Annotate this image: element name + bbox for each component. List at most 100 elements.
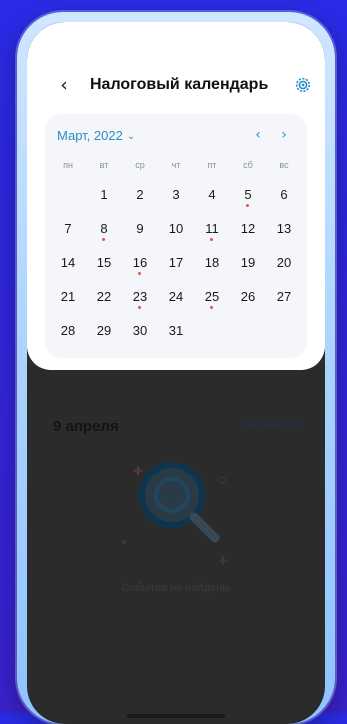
- calendar-day[interactable]: 1: [87, 186, 121, 208]
- calendar-day[interactable]: 12: [231, 220, 265, 242]
- weekday-label: пн: [63, 160, 73, 170]
- weekday-label: ср: [135, 160, 145, 170]
- calendar-day-number: 23: [132, 289, 148, 304]
- calendar-day[interactable]: 7: [51, 220, 85, 242]
- calendar-day[interactable]: 17: [159, 254, 193, 276]
- page-title: Налоговый календарь: [90, 76, 269, 93]
- weekday-label: вс: [279, 160, 289, 170]
- calendar-day-number: 26: [240, 289, 256, 304]
- chevron-left-icon[interactable]: ‹: [53, 74, 75, 96]
- calendar-sheet: ‹ Налоговый календарь Март, 2022 ⌄ ‹ › пн…: [27, 22, 325, 370]
- events-date-heading: 9 апреля: [53, 418, 119, 435]
- gear-icon[interactable]: [295, 77, 311, 93]
- events-section: 9 апреля См. весь год ✚ ✚ События не най…: [27, 370, 325, 724]
- calendar-day-number: 8: [100, 221, 108, 236]
- weekday-header-row: пн вт ср чт пт сб вс: [51, 160, 301, 182]
- calendar-day-number: 5: [244, 187, 252, 202]
- calendar-day-number: 17: [168, 255, 184, 270]
- weekday-label: сб: [243, 160, 253, 170]
- calendar-day-number: 22: [96, 289, 112, 304]
- calendar-card: Март, 2022 ⌄ ‹ › пн вт ср чт пт сб вс 123…: [45, 114, 307, 358]
- calendar-day[interactable]: 14: [51, 254, 85, 276]
- calendar-week-row: 1 2 3 4 5 6: [51, 186, 301, 208]
- phone-frame: 9 апреля См. весь год ✚ ✚ События не най…: [17, 12, 335, 724]
- calendar-day[interactable]: 15: [87, 254, 121, 276]
- calendar-day-number: 2: [136, 187, 144, 202]
- event-dot: [138, 306, 141, 309]
- event-dot: [138, 272, 141, 275]
- calendar-day[interactable]: 19: [231, 254, 265, 276]
- empty-state-text: События не найдены: [121, 582, 231, 594]
- event-dot: [210, 238, 213, 241]
- calendar-day-number: 18: [204, 255, 220, 270]
- calendar-day[interactable]: 30: [123, 322, 157, 344]
- calendar-day[interactable]: 21: [51, 288, 85, 310]
- magnifier-icon: ✚ ✚: [122, 462, 228, 568]
- calendar-day-number: 11: [205, 221, 219, 236]
- svg-text:✚: ✚: [218, 554, 228, 568]
- calendar-day-number: 27: [276, 289, 292, 304]
- calendar-day[interactable]: 31: [159, 322, 193, 344]
- event-dot: [246, 204, 249, 207]
- calendar-day-number: 16: [132, 255, 148, 270]
- month-label: Март, 2022: [57, 128, 123, 143]
- calendar-day-empty: [51, 186, 85, 208]
- calendar-day-empty: [231, 322, 265, 344]
- calendar-day[interactable]: 26: [231, 288, 265, 310]
- calendar-day[interactable]: 4: [195, 186, 229, 208]
- home-indicator: [127, 714, 225, 718]
- calendar-day[interactable]: 27: [267, 288, 301, 310]
- next-month-button[interactable]: ›: [276, 126, 292, 144]
- calendar-day[interactable]: 3: [159, 186, 193, 208]
- calendar-day-empty: [267, 322, 301, 344]
- calendar-day[interactable]: 9: [123, 220, 157, 242]
- calendar-day-number: 9: [136, 221, 144, 236]
- sheet-header: ‹ Налоговый календарь: [27, 72, 325, 102]
- see-all-year-link[interactable]: См. весь год: [243, 420, 301, 431]
- svg-text:✚: ✚: [133, 464, 143, 478]
- calendar-week-row: 14 15 16 17 18 19 20: [51, 254, 301, 276]
- calendar-day-number: 4: [208, 187, 216, 202]
- calendar-day-number: 21: [60, 289, 76, 304]
- month-selector[interactable]: Март, 2022 ⌄: [57, 128, 135, 143]
- calendar-day-number: 31: [168, 323, 184, 338]
- calendar-day[interactable]: 11: [195, 220, 229, 242]
- calendar-day[interactable]: 8: [87, 220, 121, 242]
- calendar-day-number: 30: [132, 323, 148, 338]
- weekday-label: пт: [207, 160, 217, 170]
- calendar-week-row: 7 8 9 10 11 12 13: [51, 220, 301, 242]
- event-dot: [210, 306, 213, 309]
- calendar-day[interactable]: 13: [267, 220, 301, 242]
- calendar-day[interactable]: 28: [51, 322, 85, 344]
- calendar-day-number: 15: [96, 255, 112, 270]
- calendar-day[interactable]: 6: [267, 186, 301, 208]
- calendar-day[interactable]: 16: [123, 254, 157, 276]
- event-dot: [102, 238, 105, 241]
- calendar-day-number: 3: [172, 187, 180, 202]
- calendar-day-number: 24: [168, 289, 184, 304]
- chevron-down-icon: ⌄: [126, 131, 136, 142]
- calendar-day-number: 20: [276, 255, 292, 270]
- calendar-day[interactable]: 10: [159, 220, 193, 242]
- calendar-day-number: 10: [168, 221, 184, 236]
- calendar-day[interactable]: 24: [159, 288, 193, 310]
- calendar-week-row: 28 29 30 31: [51, 322, 301, 344]
- calendar-day-number: 13: [276, 221, 292, 236]
- calendar-day[interactable]: 5: [231, 186, 265, 208]
- calendar-day-number: 29: [96, 323, 112, 338]
- calendar-day[interactable]: 20: [267, 254, 301, 276]
- calendar-day[interactable]: 22: [87, 288, 121, 310]
- calendar-day-number: 1: [100, 187, 108, 202]
- calendar-day[interactable]: 25: [195, 288, 229, 310]
- calendar-day[interactable]: 23: [123, 288, 157, 310]
- calendar-day-empty: [195, 322, 229, 344]
- calendar-day[interactable]: 18: [195, 254, 229, 276]
- calendar-day[interactable]: 2: [123, 186, 157, 208]
- calendar-day-number: 25: [204, 289, 220, 304]
- calendar-day-number: 7: [64, 221, 72, 236]
- weekday-label: чт: [171, 160, 181, 170]
- calendar-week-row: 21 22 23 24 25 26 27: [51, 288, 301, 310]
- prev-month-button[interactable]: ‹: [250, 126, 266, 144]
- calendar-day[interactable]: 29: [87, 322, 121, 344]
- calendar-day-number: 14: [60, 255, 76, 270]
